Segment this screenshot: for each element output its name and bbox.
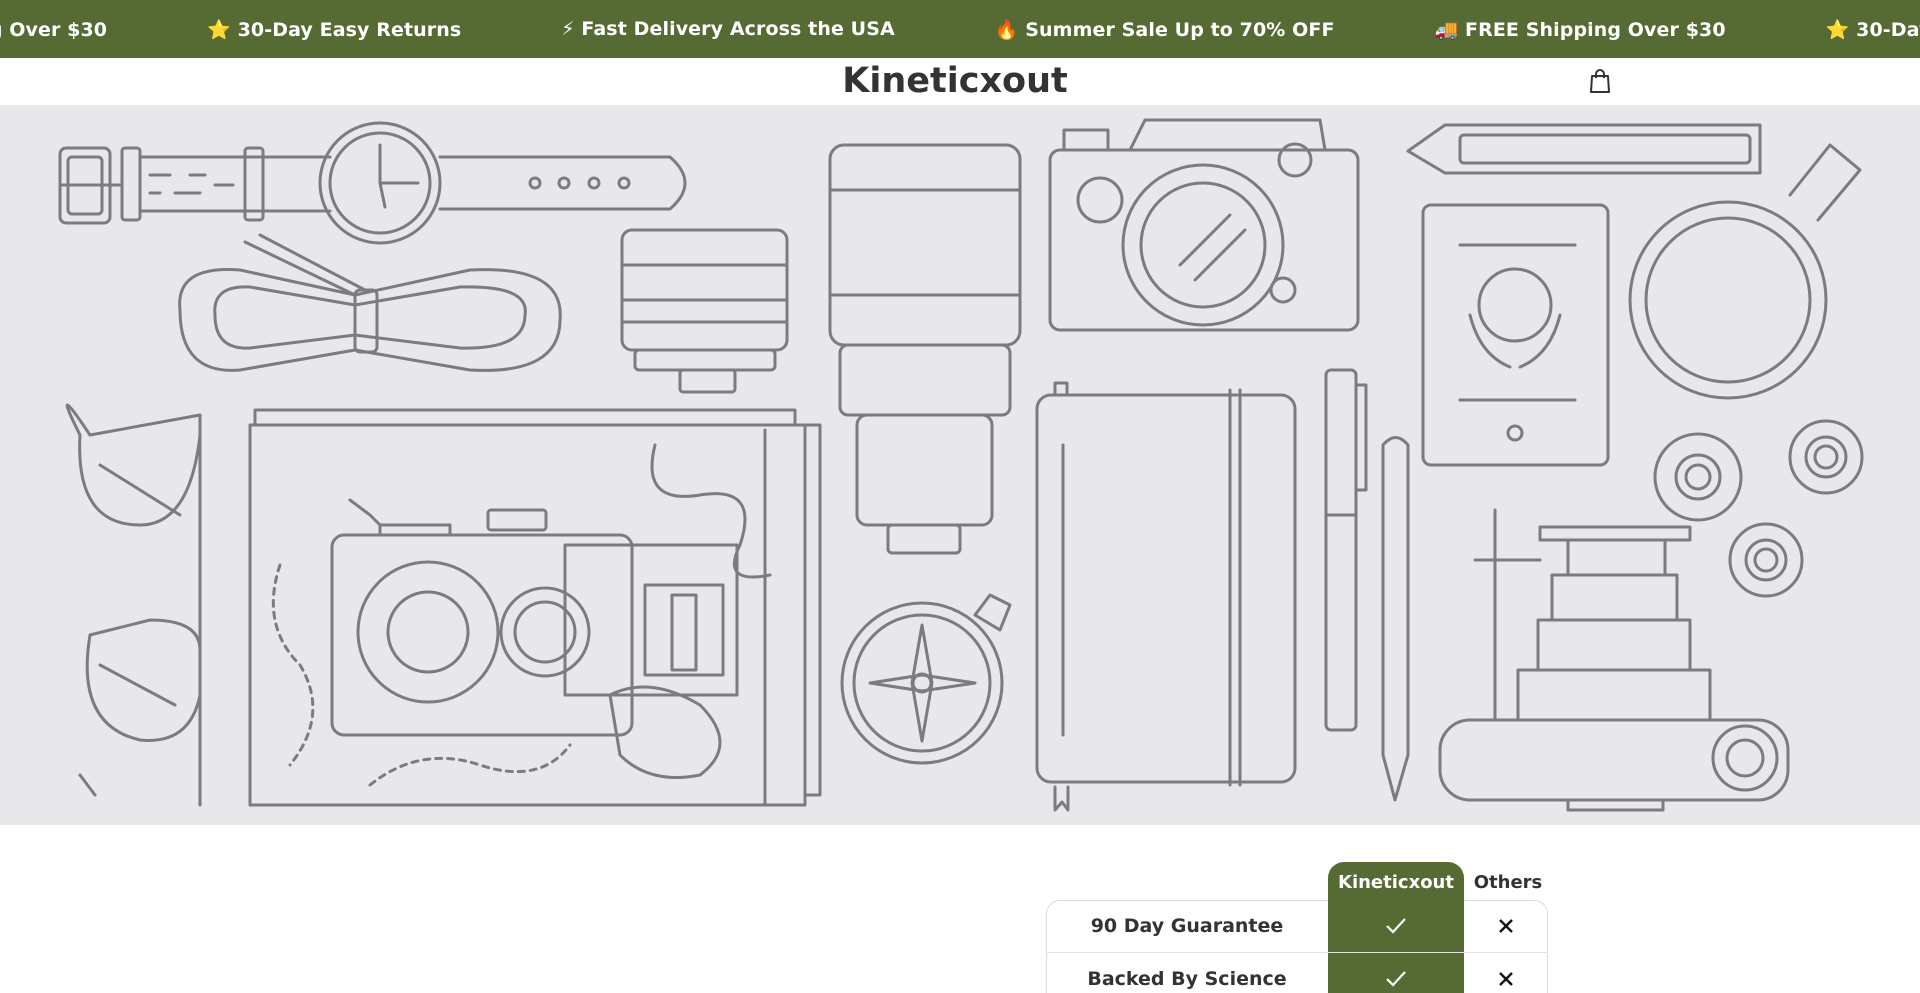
hero-illustration (0, 105, 1920, 825)
vintage-camera-drawing (330, 498, 739, 737)
announcement-bar: 🚚 FREE Shipping Over $30 ⭐ 30-Day Easy R… (0, 0, 1920, 58)
comparison-table: Kineticxout Others 90 Day Guarantee Back… (1046, 860, 1552, 993)
announcement-item: ⭐ 30-Day Easy Returns (1825, 18, 1920, 41)
announcement-item: 🚚 FREE Shipping Over $30 (0, 18, 108, 41)
telephoto-lens-drawing (828, 143, 1022, 555)
announcement-track: 🚚 FREE Shipping Over $30 ⭐ 30-Day Easy R… (0, 0, 1920, 58)
row-label: Backed By Science (1087, 968, 1287, 990)
compass-drawing (840, 593, 1012, 765)
check-icon (1384, 969, 1408, 989)
watch-drawing (58, 121, 687, 245)
notebook-drawing (1035, 381, 1297, 812)
travel-accessories-illustration (58, 118, 1864, 812)
sunglasses-drawing (65, 403, 202, 807)
announcement-item: 🔥 Summer Sale Up to 70% OFF (994, 18, 1335, 41)
pencil-drawing (1406, 123, 1762, 175)
comparison-row: 90 Day Guarantee (1046, 900, 1548, 952)
site-header: Kineticxout (0, 58, 1920, 105)
column-header-brand: Kineticxout (1338, 872, 1454, 893)
comparison-row: Backed By Science (1046, 952, 1548, 993)
pencil-vertical-drawing (1381, 436, 1410, 802)
magnifying-glass-drawing (1628, 143, 1862, 400)
announcement-item: 🚚 FREE Shipping Over $30 (1434, 18, 1726, 41)
pen-drawing (1324, 368, 1368, 732)
shopping-bag-icon[interactable] (1588, 68, 1612, 94)
bowtie-drawing (178, 233, 562, 372)
rangefinder-camera-drawing (1438, 508, 1790, 812)
passport-drawing (1421, 203, 1610, 467)
announcement-item: ⚡ Fast Delivery Across the USA (561, 18, 895, 40)
check-icon (1384, 916, 1408, 936)
announcement-item: ⭐ 30-Day Easy Returns (207, 18, 462, 41)
lens-drawing (620, 228, 789, 394)
x-icon (1497, 970, 1515, 988)
column-header-others: Others (1473, 872, 1543, 893)
map-drawing (248, 408, 822, 807)
tape-rolls-drawing (1653, 419, 1864, 598)
camera-drawing (1048, 118, 1360, 332)
brand-logo[interactable]: Kineticxout (0, 58, 1910, 105)
row-label: 90 Day Guarantee (1090, 915, 1284, 937)
x-icon (1497, 917, 1515, 935)
